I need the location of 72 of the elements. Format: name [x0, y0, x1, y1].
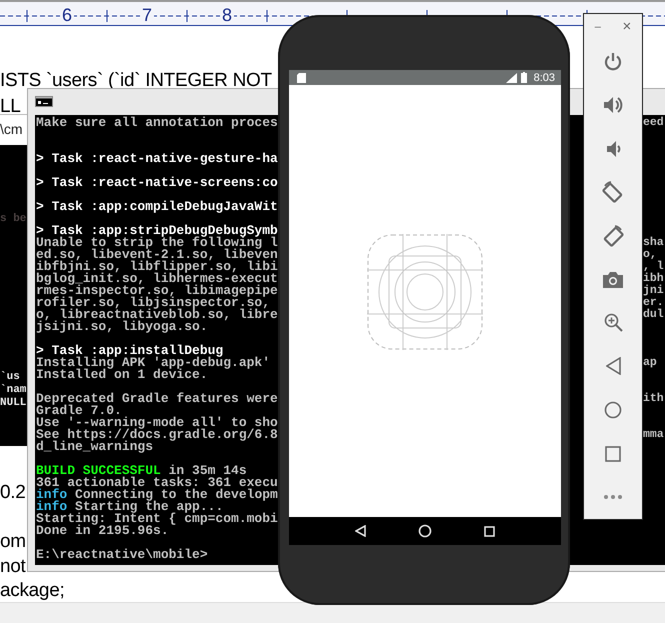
console-line: BUILD SUCCESSFUL in 35m 14s — [35, 465, 247, 477]
overview-icon — [605, 446, 621, 462]
console-line: o, — [643, 249, 657, 261]
console-line: d_line_warnings — [35, 441, 154, 453]
console-line: info Connecting to the developm — [35, 489, 278, 501]
console-line: Installing APK 'app-debug.apk' — [35, 357, 270, 369]
console-line: > Task :app:installDebug — [35, 345, 224, 357]
console-line: er. — [643, 297, 664, 309]
console-line: E:\reactnative\mobile> — [35, 549, 208, 561]
back-icon[interactable] — [354, 525, 367, 537]
console-line: mma — [643, 429, 664, 441]
clock: 8:03 — [534, 72, 555, 84]
console-line: > Task :app:compileDebugJavaWit — [35, 201, 278, 213]
console-line: Deprecated Gradle features were — [35, 393, 278, 405]
console-line: rofiler.so, libjsinspector.so, — [35, 297, 270, 309]
sd-card-icon — [297, 72, 306, 82]
minimize-button[interactable]: – — [594, 20, 601, 33]
zoom-in-icon — [604, 313, 622, 332]
console-line: > Task :app:stripDebugDebugSymb — [35, 225, 278, 237]
console-line: 361 actionable tasks: 361 execu — [35, 477, 278, 489]
console-line: Installed on 1 device. — [35, 369, 208, 381]
close-button[interactable]: × — [622, 18, 632, 36]
console-line: Gradle 7.0. — [35, 405, 122, 417]
camera-icon — [603, 270, 623, 288]
console-line: sha — [643, 237, 664, 249]
console-line: NULL — [0, 397, 26, 409]
console-line: ed.so, libevent-2.1.so, libeven — [35, 249, 278, 261]
overview-icon[interactable] — [484, 526, 496, 536]
app-icon — [367, 234, 483, 350]
console-line: `nam — [0, 384, 26, 396]
console-line: Unable to strip the following l — [35, 237, 278, 249]
console-line: Make sure all annotation proces — [35, 117, 278, 129]
power-icon — [603, 52, 623, 72]
signal-icon — [506, 72, 517, 82]
volume-down-icon — [606, 140, 620, 157]
battery-icon — [520, 72, 527, 83]
console-line: See https://docs.gradle.org/6.8 — [35, 429, 278, 441]
rotate-left-icon — [601, 180, 625, 204]
code-line: 0.2 — [0, 482, 26, 504]
rotate-right-icon — [601, 224, 625, 248]
code-line: ackage; — [0, 580, 64, 602]
code-line: om — [0, 531, 26, 553]
console-line: Starting: Intent { cmp=com.mobi — [35, 513, 278, 525]
console-line: jsijni.so, libyoga.so. — [35, 321, 208, 333]
volume-up-icon — [603, 96, 623, 114]
console-line: > Task :react-native-screens:co — [35, 177, 278, 189]
code-line: not — [0, 556, 26, 578]
console-line: jni — [643, 285, 664, 297]
console-line: info Starting the app... — [35, 501, 224, 513]
home-icon[interactable] — [418, 524, 432, 538]
console-line: `us — [0, 371, 20, 383]
console-line: ibfbjni.so, libflipper.so, libi — [35, 261, 278, 273]
more-icon — [604, 495, 622, 500]
console-line: dul — [643, 309, 664, 321]
console-line: Use '--warning-mode all' to sho — [35, 417, 278, 429]
console-line: eed — [643, 117, 664, 129]
console-line: , l — [643, 261, 664, 273]
console-line: ibh — [643, 273, 664, 285]
code-line: LL — [0, 96, 21, 118]
back-icon — [606, 357, 620, 376]
window-title: \cm — [0, 121, 23, 137]
console-line: rmes-inspector.so, libimagepipe — [35, 285, 278, 297]
console-line: > Task :react-native-gesture-ha — [35, 153, 278, 165]
console-line: o, libreactnativeblob.so, libre — [35, 309, 278, 321]
console-line: bglog_init.so, libhermes-execut — [35, 273, 278, 285]
console-line: ith — [643, 393, 664, 405]
terminal-icon — [35, 96, 53, 107]
home-icon — [604, 401, 622, 420]
code-line: ISTS `users` (`id` INTEGER NOT — [0, 70, 272, 92]
console-line: Done in 2195.96s. — [35, 525, 169, 537]
console-line: s be — [0, 213, 26, 225]
console-line: ap — [643, 357, 657, 369]
